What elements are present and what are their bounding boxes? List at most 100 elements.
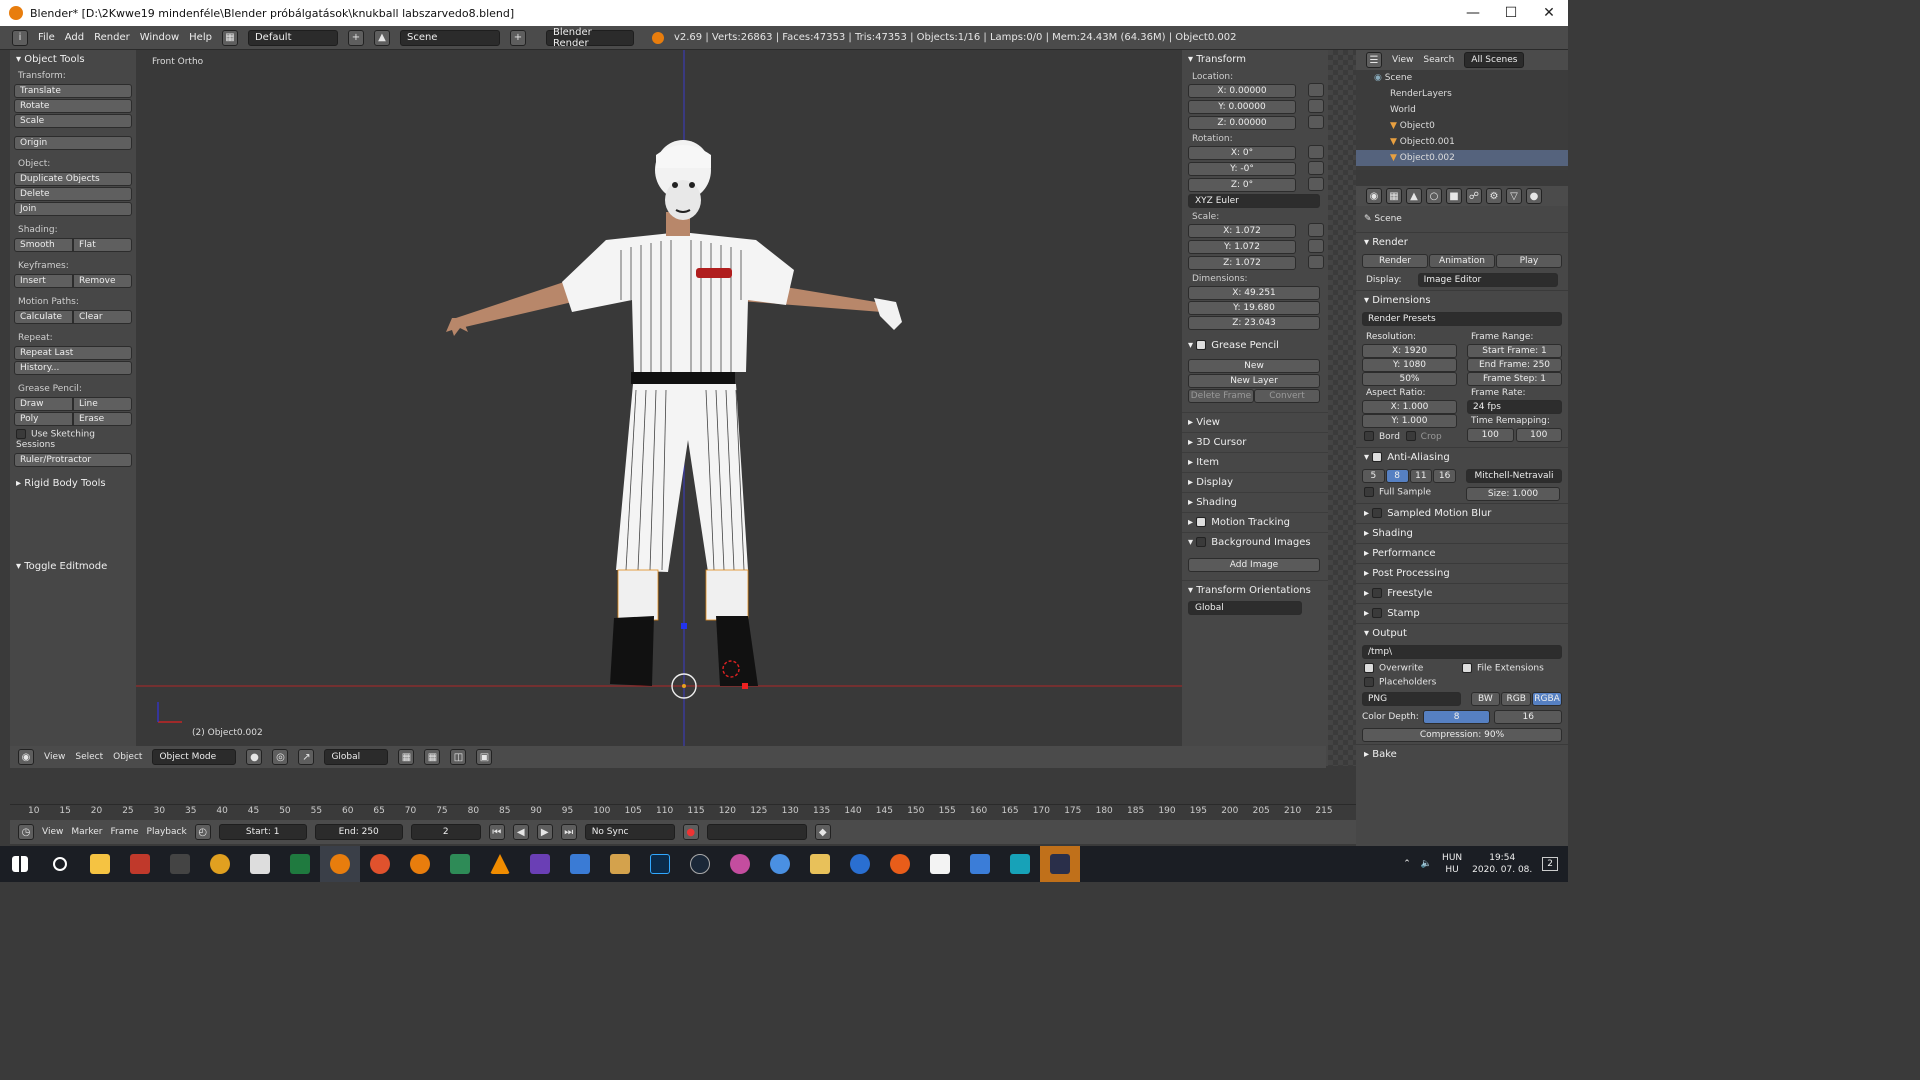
dimension-z-field[interactable]: Z: 23.043 (1188, 316, 1320, 330)
app-icon[interactable] (920, 846, 960, 882)
render-panel-header[interactable]: ▾ Render (1356, 232, 1568, 252)
play-reverse-icon[interactable]: ◀ (512, 824, 529, 840)
aa-samples-11[interactable]: 11 (1409, 468, 1433, 483)
lock-icon[interactable] (1308, 255, 1324, 269)
data-tab-icon[interactable]: ▽ (1506, 188, 1522, 204)
timeline-marker-menu[interactable]: Marker (71, 827, 102, 837)
compression-slider[interactable]: Compression: 90% (1362, 727, 1562, 742)
color-rgb-button[interactable]: RGB (1501, 691, 1532, 706)
select-menu[interactable]: Select (75, 752, 103, 762)
insert-keyframe-button[interactable]: Insert (14, 274, 73, 288)
draw-button[interactable]: Draw (14, 397, 73, 411)
outliner-item-world[interactable]: World (1356, 102, 1568, 118)
chevron-up-icon[interactable]: ⌃ (1403, 859, 1411, 869)
aa-samples-8[interactable]: 8 (1385, 468, 1409, 483)
aspect-x-field[interactable]: X: 1.000 (1362, 400, 1457, 414)
shading-panel-header[interactable]: ▸ Shading (1356, 522, 1568, 543)
3d-viewport[interactable]: Front Ortho (2) Object0.002 (136, 50, 1182, 746)
lock-icon[interactable] (1308, 177, 1324, 191)
layers-icon[interactable]: ▦ (424, 749, 441, 765)
location-z-field[interactable]: Z: 0.00000 (1188, 116, 1296, 130)
outliner-item-object0-001[interactable]: ▼ Object0.001 (1356, 134, 1568, 150)
file-explorer-icon[interactable] (80, 846, 120, 882)
layers-icon[interactable]: ▦ (398, 749, 415, 765)
output-path-field[interactable]: /tmp\ (1362, 644, 1562, 659)
app-icon[interactable] (520, 846, 560, 882)
frame-rate-select[interactable]: 24 fps (1467, 400, 1562, 414)
rotation-x-field[interactable]: X: 0° (1188, 146, 1296, 160)
full-sample-checkbox[interactable]: Full Sample (1364, 486, 1456, 501)
rotation-y-field[interactable]: Y: -0° (1188, 162, 1296, 176)
app-icon[interactable] (160, 846, 200, 882)
search-icon[interactable] (40, 846, 80, 882)
performance-panel-header[interactable]: ▸ Performance (1356, 542, 1568, 563)
output-panel-header[interactable]: ▾ Output (1356, 622, 1568, 643)
render-button[interactable]: Render (1362, 254, 1428, 268)
app-icon[interactable] (1040, 846, 1080, 882)
history-button[interactable]: History... (14, 361, 132, 375)
pivot-point-icon[interactable]: ◎ (272, 749, 289, 765)
rigid-body-tools-header[interactable]: ▸ Rigid Body Tools (10, 474, 136, 493)
aspect-y-field[interactable]: Y: 1.000 (1362, 414, 1457, 428)
editor-type-icon[interactable]: i (12, 29, 28, 46)
end-frame-field[interactable]: End: 250 (314, 824, 403, 840)
remap-old-field[interactable]: 100 (1467, 428, 1514, 442)
placeholders-checkbox[interactable]: Placeholders (1356, 675, 1568, 690)
keying-set-field[interactable] (706, 824, 807, 840)
outliner-item-scene[interactable]: ◉ Scene (1356, 70, 1568, 86)
menu-render[interactable]: Render (94, 32, 130, 43)
aa-samples-5[interactable]: 5 (1362, 468, 1385, 483)
color-depth-16[interactable]: 16 (1494, 709, 1562, 724)
rotation-mode-select[interactable]: XYZ Euler (1188, 194, 1320, 208)
sync-mode-select[interactable]: No Sync (584, 824, 675, 840)
mode-select[interactable]: Object Mode (152, 749, 237, 765)
overwrite-checkbox[interactable]: Overwrite (1364, 662, 1462, 673)
menu-window[interactable]: Window (140, 32, 179, 43)
render-preview-icon[interactable]: ▣ (476, 749, 493, 765)
file-extensions-checkbox[interactable]: File Extensions (1462, 662, 1560, 673)
origin-button[interactable]: Origin (14, 136, 132, 150)
transform-orientations-header[interactable]: ▾ Transform Orientations (1182, 580, 1328, 600)
steam-icon[interactable] (680, 846, 720, 882)
color-rgba-button[interactable]: RGBA (1532, 691, 1562, 706)
vlc-icon[interactable] (480, 846, 520, 882)
border-checkbox[interactable]: Bord (1364, 431, 1400, 442)
dimension-x-field[interactable]: X: 49.251 (1188, 286, 1320, 300)
app-icon[interactable] (120, 846, 160, 882)
convert-button[interactable]: Convert (1254, 389, 1320, 403)
lock-icon[interactable] (1308, 161, 1324, 175)
item-panel-header[interactable]: ▸ Item (1182, 452, 1328, 472)
scene-selector[interactable]: Scene (399, 29, 500, 46)
duplicate-objects-button[interactable]: Duplicate Objects (14, 172, 132, 186)
record-icon[interactable]: ● (682, 824, 699, 840)
new-grease-pencil-button[interactable]: New (1188, 359, 1320, 373)
volume-icon[interactable]: 🔈 (1421, 859, 1432, 869)
blender-icon[interactable] (400, 846, 440, 882)
start-frame-field[interactable]: Start: 1 (218, 824, 307, 840)
orientation-select[interactable]: Global (1188, 601, 1302, 615)
anti-aliasing-panel-header[interactable]: ▾ Anti-Aliasing (1356, 446, 1568, 467)
menu-add[interactable]: Add (65, 32, 84, 43)
resolution-percent-field[interactable]: 50% (1362, 372, 1457, 386)
display-select[interactable]: Image Editor (1417, 273, 1558, 287)
clock-icon[interactable]: ◴ (194, 824, 211, 840)
ruler-protractor-button[interactable]: Ruler/Protractor (14, 452, 132, 467)
grease-pencil-panel-header[interactable]: ▾ Grease Pencil (1182, 336, 1328, 355)
calculate-button[interactable]: Calculate (14, 310, 73, 324)
modifiers-tab-icon[interactable]: ⚙ (1486, 188, 1502, 204)
lock-icon[interactable] (1308, 145, 1324, 159)
current-frame-field[interactable]: 2 (410, 824, 481, 840)
outliner-editor-icon[interactable]: ☰ (1366, 52, 1382, 68)
outliner-view-menu[interactable]: View (1392, 55, 1413, 65)
join-button[interactable]: Join (14, 202, 132, 216)
menu-file[interactable]: File (38, 32, 55, 43)
folder-icon[interactable] (600, 846, 640, 882)
object-menu[interactable]: Object (113, 752, 142, 762)
photoshop-icon[interactable] (640, 846, 680, 882)
dimensions-panel-header[interactable]: ▾ Dimensions (1356, 290, 1568, 310)
language-indicator[interactable]: HUN HU (1442, 852, 1462, 876)
post-processing-panel-header[interactable]: ▸ Post Processing (1356, 562, 1568, 583)
end-frame-field[interactable]: End Frame: 250 (1467, 358, 1562, 372)
smooth-button[interactable]: Smooth (14, 238, 73, 252)
viewport-shading-icon[interactable]: ● (246, 749, 263, 765)
